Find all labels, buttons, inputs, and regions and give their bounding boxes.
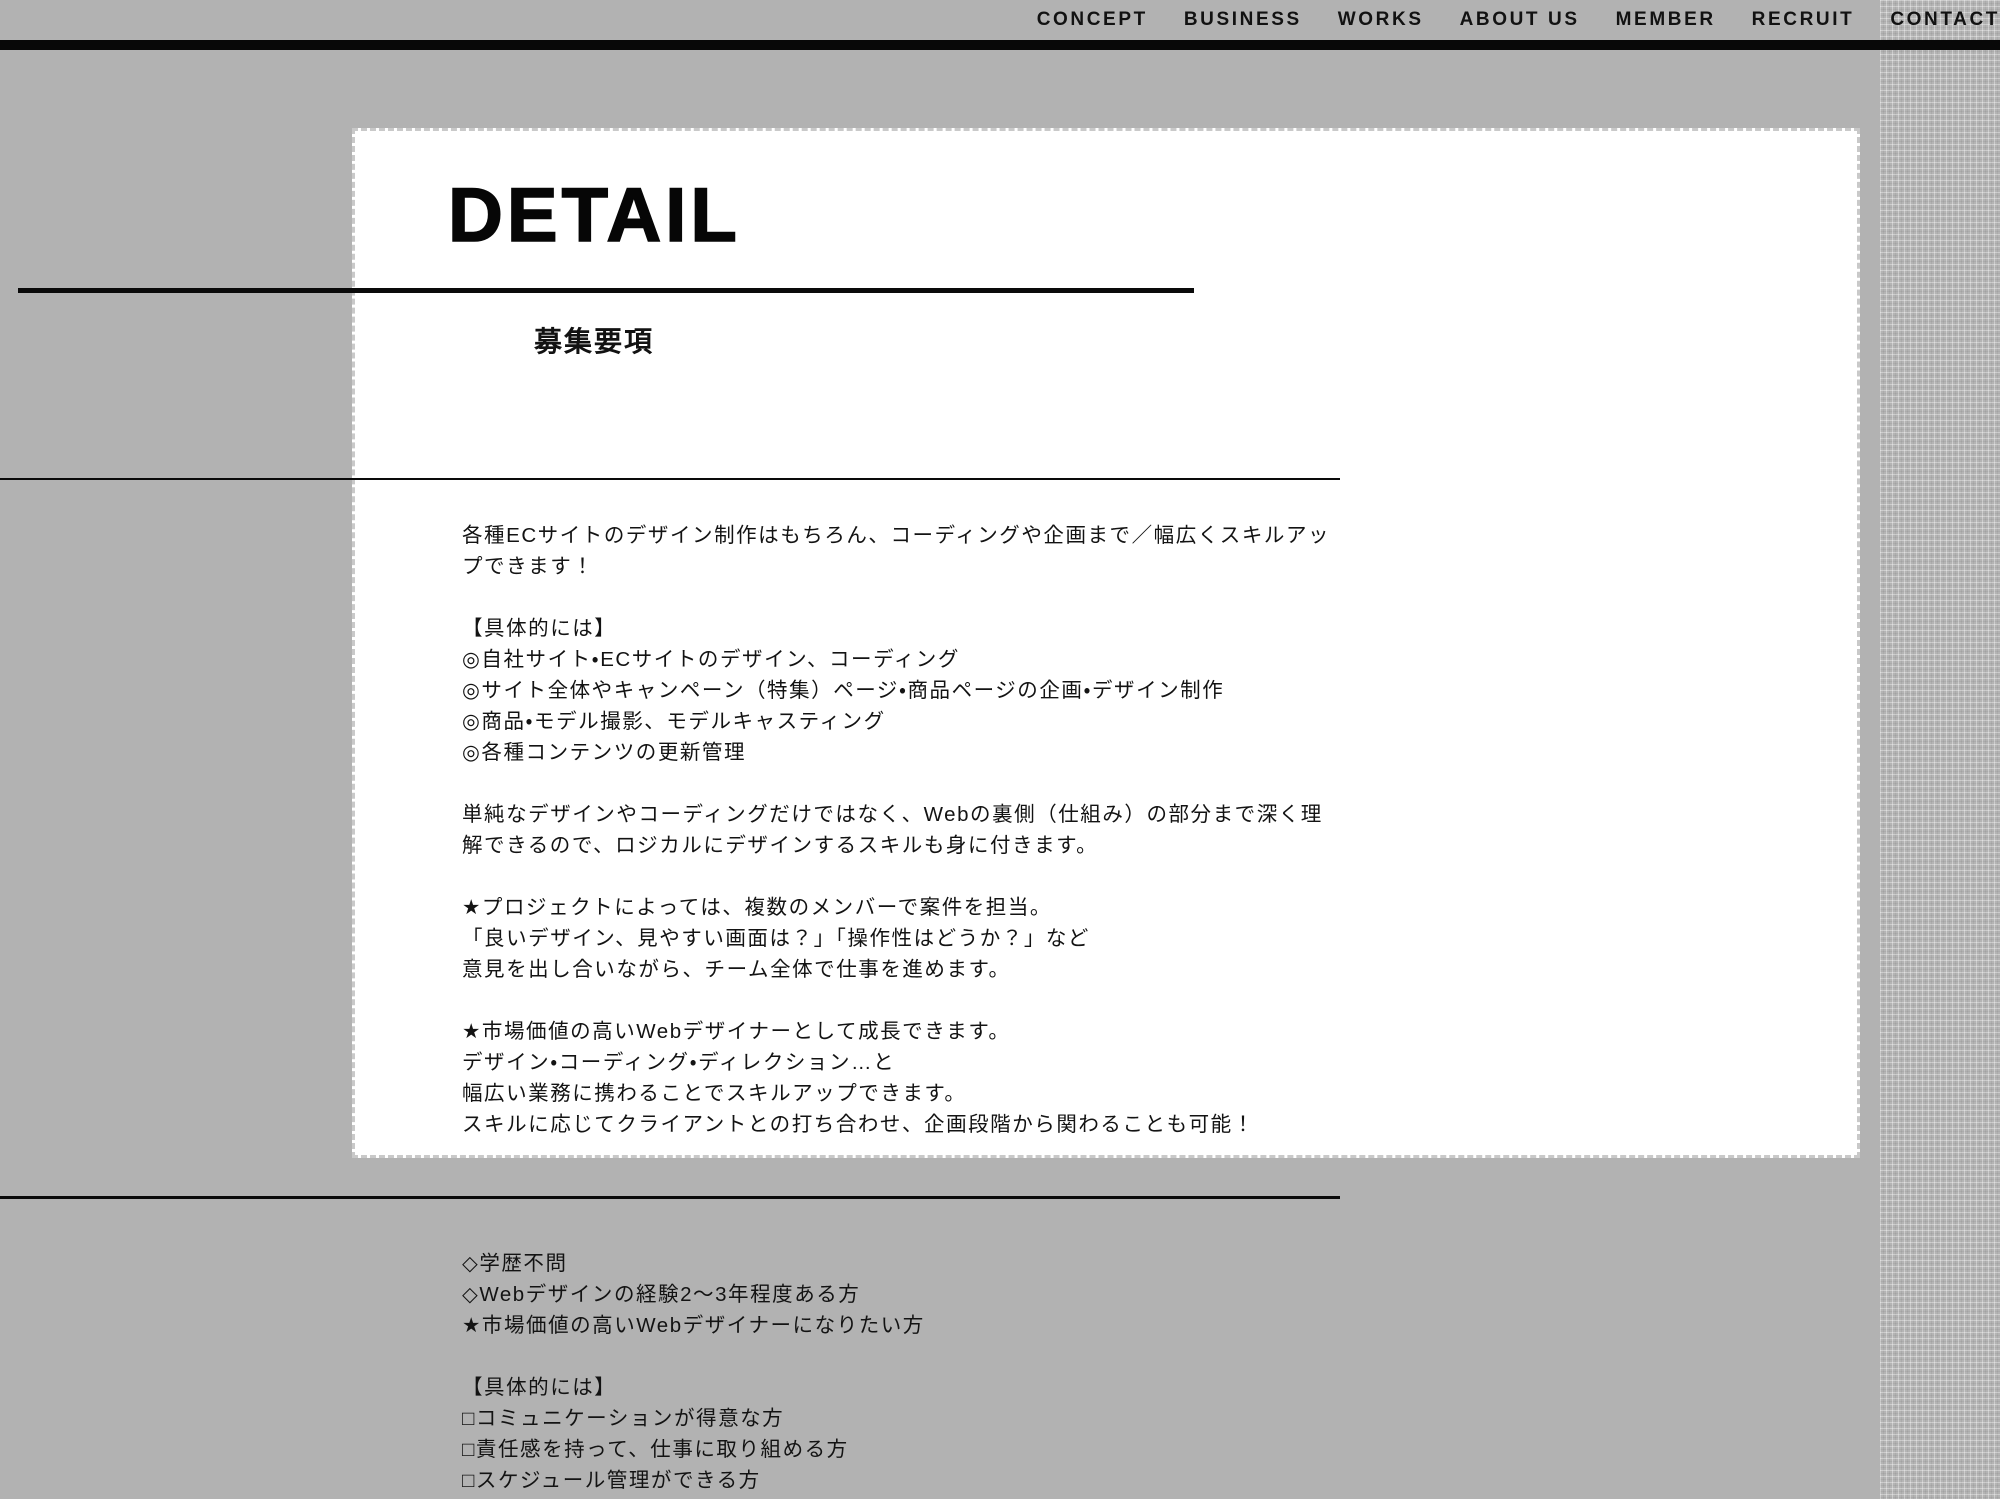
- text-line: ◎商品・モデル撮影、モデルキャスティング: [462, 710, 886, 733]
- page-title: DETAIL: [447, 173, 741, 258]
- text-line: 【具体的には】: [462, 617, 617, 640]
- text-line: ◇Webデザインの経験2〜3年程度ある方: [462, 1283, 861, 1306]
- text-line: 解できるので、ロジカルにデザインするスキルも身に付きます。: [462, 834, 1099, 857]
- paragraph-concrete-tasks: 【具体的には】 ◎自社サイト・ECサイトのデザイン、コーディング ◎サイト全体や…: [462, 613, 1322, 768]
- nav-item-recruit[interactable]: RECRUIT: [1752, 0, 1855, 40]
- nav-item-contact[interactable]: CONTACT: [1890, 0, 2000, 40]
- text-line: 意見を出し合いながら、チーム全体で仕事を進めます。: [462, 958, 1011, 981]
- text-line: 幅広い業務に携わることでスキルアップできます。: [462, 1082, 967, 1105]
- title-divider: [18, 288, 1194, 293]
- main-navigation: CONCEPT BUSINESS WORKS ABOUT US MEMBER R…: [1037, 0, 2000, 40]
- requirements-body-copy: ◇学歴不問 ◇Webデザインの経験2〜3年程度ある方 ★市場価値の高いWebデザ…: [462, 1248, 1322, 1496]
- paragraph-team-project: ★プロジェクトによっては、複数のメンバーで案件を担当。 「良いデザイン、見やすい…: [462, 892, 1322, 985]
- text-line: 単純なデザインやコーディングだけではなく、Webの裏側（仕組み）の部分まで深く理: [462, 803, 1323, 826]
- text-line: 【具体的には】: [462, 1376, 617, 1399]
- text-line: ★市場価値の高いWebデザイナーとして成長できます。: [462, 1020, 1011, 1043]
- text-line: □コミュニケーションが得意な方: [462, 1407, 785, 1430]
- nav-item-about-us[interactable]: ABOUT US: [1460, 0, 1580, 40]
- text-line: ◎自社サイト・ECサイトのデザイン、コーディング: [462, 648, 960, 671]
- paragraph-concrete-qualities: 【具体的には】 □コミュニケーションが得意な方 □責任感を持って、仕事に取り組め…: [462, 1372, 1322, 1496]
- detail-body-copy: 各種ECサイトのデザイン制作はもちろん、コーディングや企画まで／幅広くスキルアッ…: [462, 520, 1331, 1140]
- text-line: 各種ECサイトのデザイン制作はもちろん、コーディングや企画まで／幅広くスキルアッ: [462, 524, 1331, 547]
- text-line: □スケジュール管理ができる方: [462, 1469, 761, 1492]
- text-line: ◎各種コンテンツの更新管理: [462, 741, 747, 764]
- nav-item-concept[interactable]: CONCEPT: [1037, 0, 1148, 40]
- nav-item-member[interactable]: MEMBER: [1616, 0, 1716, 40]
- nav-item-works[interactable]: WORKS: [1338, 0, 1424, 40]
- paragraph-market-value: ★市場価値の高いWebデザイナーとして成長できます。 デザイン・コーディング・デ…: [462, 1016, 1322, 1140]
- text-line: ★プロジェクトによっては、複数のメンバーで案件を担当。: [462, 896, 1052, 919]
- page-texture-strip: [1880, 0, 2000, 1499]
- text-line: ★市場価値の高いWebデザイナーになりたい方: [462, 1314, 925, 1337]
- text-line: プできます！: [462, 555, 595, 578]
- text-line: デザイン・コーディング・ディレクション…と: [462, 1051, 896, 1074]
- text-line: ◇学歴不問: [462, 1252, 568, 1275]
- text-line: 「良いデザイン、見やすい画面は？」「操作性はどうか？」など: [462, 927, 1090, 950]
- header-divider-bar: [0, 40, 2000, 50]
- subtitle-divider: [0, 478, 1340, 480]
- text-line: □責任感を持って、仕事に取り組める方: [462, 1438, 849, 1461]
- section-subtitle: 募集要項: [534, 326, 655, 357]
- requirements-divider: [0, 1196, 1340, 1199]
- text-line: スキルに応じてクライアントとの打ち合わせ、企画段階から関わることも可能！: [462, 1113, 1255, 1136]
- paragraph-qualifications: ◇学歴不問 ◇Webデザインの経験2〜3年程度ある方 ★市場価値の高いWebデザ…: [462, 1248, 1322, 1341]
- paragraph-logical-design: 単純なデザインやコーディングだけではなく、Webの裏側（仕組み）の部分まで深く理…: [462, 799, 1322, 861]
- site-header: CONCEPT BUSINESS WORKS ABOUT US MEMBER R…: [0, 0, 2000, 40]
- text-line: ◎サイト全体やキャンペーン（特集）ページ・商品ページの企画・デザイン制作: [462, 679, 1225, 702]
- paragraph-intro: 各種ECサイトのデザイン制作はもちろん、コーディングや企画まで／幅広くスキルアッ…: [462, 520, 1331, 582]
- nav-item-business[interactable]: BUSINESS: [1184, 0, 1302, 40]
